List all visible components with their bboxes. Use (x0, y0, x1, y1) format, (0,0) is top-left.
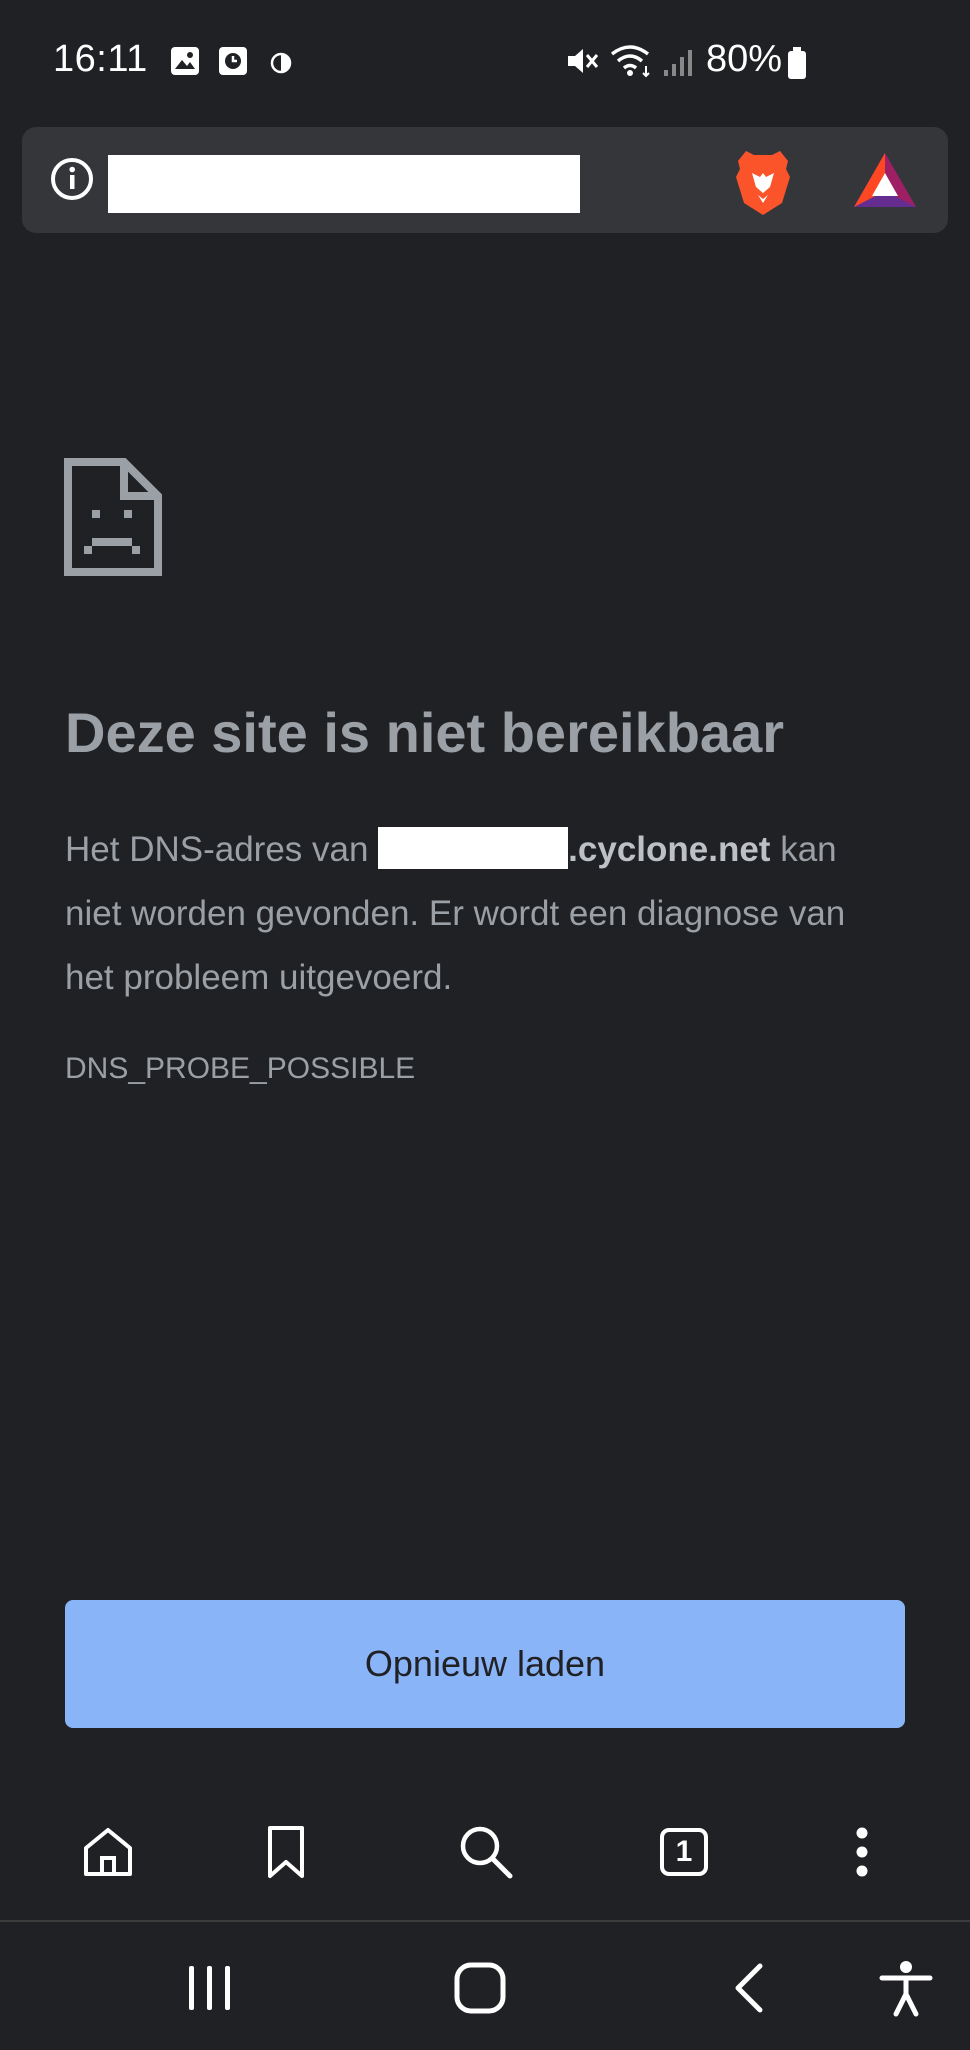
back-icon[interactable] (720, 1958, 780, 2018)
bookmark-button[interactable] (254, 1820, 318, 1884)
error-code: DNS_PROBE_POSSIBLE (65, 1052, 416, 1085)
reload-button[interactable]: Opnieuw laden (65, 1600, 905, 1728)
screen-recorder-icon (219, 47, 247, 75)
system-nav-bar (0, 1920, 970, 2050)
search-button[interactable] (454, 1820, 518, 1884)
sad-document-icon (64, 458, 162, 576)
wifi-icon (610, 45, 650, 78)
error-domain: .cyclone.net (568, 830, 771, 869)
url-field[interactable] (108, 155, 580, 213)
home-icon (84, 1828, 132, 1876)
data-saver-icon (270, 52, 292, 74)
home-nav-icon[interactable] (450, 1958, 510, 2018)
redacted-hostname (378, 827, 569, 869)
accessibility-icon[interactable] (876, 1958, 936, 2018)
recent-apps-icon[interactable] (180, 1958, 240, 2018)
menu-icon (856, 1827, 868, 1877)
error-description: Het DNS-adres van .cyclone.net kan niet … (65, 818, 895, 1010)
signal-icon (664, 50, 692, 76)
status-bar: 16:11 80% (0, 0, 970, 120)
gallery-icon (171, 47, 199, 75)
home-button[interactable] (76, 1820, 140, 1884)
address-bar (22, 127, 948, 233)
menu-button[interactable] (830, 1820, 894, 1884)
tab-switcher-button[interactable]: 1 (652, 1820, 716, 1884)
brave-rewards-icon[interactable] (852, 151, 918, 211)
battery-percentage: 80% (706, 38, 783, 80)
info-icon[interactable] (50, 157, 94, 201)
bookmark-icon (268, 1826, 304, 1878)
mute-icon (568, 49, 599, 73)
brave-shields-icon[interactable] (732, 147, 794, 217)
error-title: Deze site is niet bereikbaar (65, 701, 785, 764)
battery-icon (788, 47, 806, 79)
bottom-toolbar: 1 (0, 1790, 970, 1918)
error-body-prefix: Het DNS-adres van (65, 830, 379, 869)
tab-count: 1 (660, 1828, 708, 1876)
search-icon (460, 1826, 513, 1879)
status-time: 16:11 (53, 38, 148, 80)
